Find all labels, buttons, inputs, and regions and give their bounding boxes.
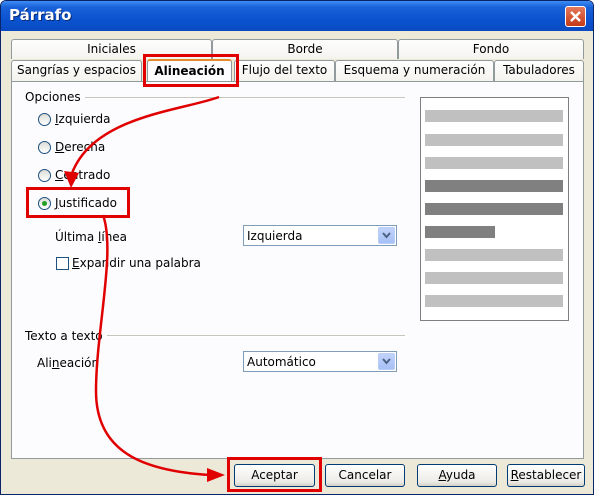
options-separator: [83, 97, 405, 99]
radio-label-izquierda: Izquierda: [55, 112, 111, 126]
text-alignment-select[interactable]: Automático: [243, 351, 397, 372]
radio-centrado[interactable]: [38, 169, 51, 182]
text-to-text-separator: [101, 335, 405, 337]
tab-sangrias[interactable]: Sangrías y espacios: [11, 60, 142, 81]
radio-label-centrado: Centrado: [55, 168, 111, 182]
radio-label-justificado: Justificado: [55, 196, 117, 210]
title-bar[interactable]: Párrafo: [1, 1, 593, 31]
tab-alineacion[interactable]: Alineación: [147, 59, 232, 81]
arrowhead-icon: [207, 468, 225, 482]
text-alignment-value: Automático: [247, 355, 316, 369]
preview-line: [425, 180, 563, 192]
radio-label-derecha: Derecha: [55, 140, 106, 154]
preview-line: [425, 272, 563, 284]
chevron-down-icon: [382, 358, 391, 365]
radio-selected-dot: [42, 201, 47, 206]
preview-line: [425, 249, 563, 261]
text-alignment-label: Alineación: [37, 356, 100, 370]
reset-button[interactable]: Restablecer: [507, 464, 585, 487]
preview-line: [425, 134, 563, 146]
text-to-text-label: Texto a texto: [25, 329, 107, 343]
last-line-value: Izquierda: [247, 229, 303, 243]
dropdown-arrow[interactable]: [378, 353, 395, 370]
tab-borde[interactable]: Borde: [212, 39, 398, 59]
last-line-label: Última línea: [55, 230, 128, 244]
ok-button[interactable]: Aceptar: [234, 464, 315, 487]
dropdown-arrow[interactable]: [378, 227, 395, 244]
close-button[interactable]: [565, 6, 586, 27]
options-label: Opciones: [25, 90, 85, 104]
expand-word-checkbox[interactable]: [56, 257, 69, 270]
tab-esquema[interactable]: Esquema y numeración: [335, 60, 494, 81]
window-title: Párrafo: [9, 6, 72, 24]
radio-izquierda[interactable]: [38, 113, 51, 126]
preview-line: [425, 110, 563, 122]
preview-line: [425, 203, 563, 215]
cancel-button[interactable]: Cancelar: [325, 464, 405, 487]
last-line-select[interactable]: Izquierda: [243, 225, 397, 246]
preview-line: [425, 157, 563, 169]
tab-tabuladores[interactable]: Tabuladores: [494, 60, 584, 81]
tab-flujo[interactable]: Flujo del texto: [234, 60, 335, 81]
close-icon: [570, 11, 581, 22]
alignment-preview: [420, 97, 569, 321]
chevron-down-icon: [382, 232, 391, 239]
preview-line: [425, 295, 563, 307]
tab-iniciales[interactable]: Iniciales: [11, 39, 212, 59]
paragraph-dialog: Párrafo Iniciales Borde Fondo Sangrías y…: [0, 0, 594, 495]
radio-justificado[interactable]: [38, 197, 51, 210]
help-button[interactable]: Ayuda: [417, 464, 497, 487]
radio-derecha[interactable]: [38, 141, 51, 154]
expand-word-label: Expandir una palabra: [72, 256, 201, 270]
preview-line: [425, 226, 495, 238]
tab-fondo[interactable]: Fondo: [398, 39, 584, 59]
